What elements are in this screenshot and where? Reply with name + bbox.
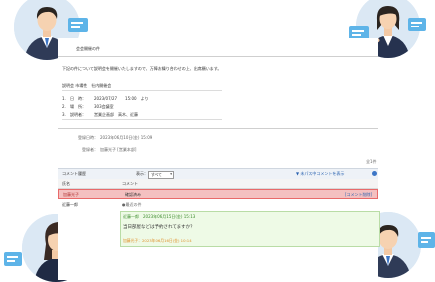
comment-row-1[interactable]: 加藤光子 確認済み [コメント削除] bbox=[58, 189, 378, 199]
display-select[interactable]: すべて ▾ bbox=[148, 170, 174, 179]
registrant-label: 登録者： bbox=[82, 147, 98, 152]
detail-label-3: 説明者： bbox=[70, 112, 86, 117]
chevron-down-icon: ▾ bbox=[170, 171, 172, 176]
chat-bubble-bottom-left bbox=[4, 252, 22, 266]
chat-bubble-top-left bbox=[68, 18, 88, 32]
detail-block-underline bbox=[62, 119, 222, 120]
col-comment-header: コメント bbox=[122, 180, 138, 186]
chat-bubble-top-right-2 bbox=[408, 18, 426, 31]
detail-num-2: 2. bbox=[62, 104, 66, 109]
registered-label: 登録日時： bbox=[78, 135, 98, 140]
registered-value: 2023年06月10日(金) 15:09 bbox=[100, 135, 153, 140]
detail-underline bbox=[62, 90, 222, 91]
chat-bubble-bottom-right bbox=[418, 232, 435, 248]
detail-value-2: 303会議室 bbox=[94, 104, 114, 109]
scroll-arrow-icon[interactable] bbox=[372, 171, 377, 176]
comment-row-2: 近藤一郎 ●最近の件 近藤一郎 2023年06月15日(金) 15:13 当日部… bbox=[58, 200, 380, 247]
document-body-text: 下記の件について説明会を開催いたしますので、万障お繰り合わせの上、出席願います。 bbox=[62, 66, 222, 71]
registrant-value: 加藤光子 [営業本部] bbox=[100, 147, 137, 152]
comment-history-label: コメント履歴 bbox=[62, 171, 86, 176]
display-label: 表示： bbox=[136, 171, 148, 176]
comment-thread-box: 近藤一郎 2023年06月15日(金) 15:13 当日部屋などは予約されてます… bbox=[120, 211, 380, 247]
detail-num-3: 3. bbox=[62, 112, 66, 117]
pager-count: 全1件 bbox=[366, 159, 377, 164]
thread-header: ●最近の件 bbox=[122, 202, 142, 207]
col-name-header: 氏名 bbox=[62, 180, 70, 186]
message-document: 会会開催の件 下記の件について説明会を開催いたしますので、万障お繰り合わせの上、… bbox=[58, 38, 380, 280]
divider bbox=[58, 56, 378, 57]
delete-comment-link[interactable]: [コメント削除] bbox=[345, 192, 372, 197]
detail-label-2: 場 所： bbox=[70, 104, 86, 109]
document-subject: 会会開催の件 bbox=[76, 46, 100, 51]
detail-value-1: 2023/07/27 15:00 より bbox=[94, 96, 149, 101]
comment-text: 確認済み bbox=[125, 191, 141, 197]
comment-meta: 近藤一郎 2023年06月15日(金) 15:13 bbox=[123, 214, 196, 219]
detail-label-1: 日 時： bbox=[70, 96, 86, 101]
comment-author: 近藤一郎 bbox=[62, 202, 78, 207]
comment-table-header: 氏名 コメント bbox=[58, 179, 378, 189]
comment-text: 当日部屋などは予約されてますか？ bbox=[123, 225, 195, 230]
display-select-value: すべて bbox=[151, 171, 162, 177]
comment-reply-meta: 加藤光子：2023年06月16日(金) 10:14 bbox=[123, 238, 192, 243]
detail-value-3: 営業企画部 高木、近藤 bbox=[94, 112, 138, 117]
divider bbox=[58, 128, 378, 129]
comment-author: 加藤光子 bbox=[63, 191, 79, 197]
detail-num-1: 1. bbox=[62, 96, 66, 101]
detail-label: 説明会 市場性 社内開催会 bbox=[62, 83, 112, 88]
show-hidden-comments-toggle[interactable]: ▼ 未パス中コメントを表示 bbox=[296, 172, 344, 176]
